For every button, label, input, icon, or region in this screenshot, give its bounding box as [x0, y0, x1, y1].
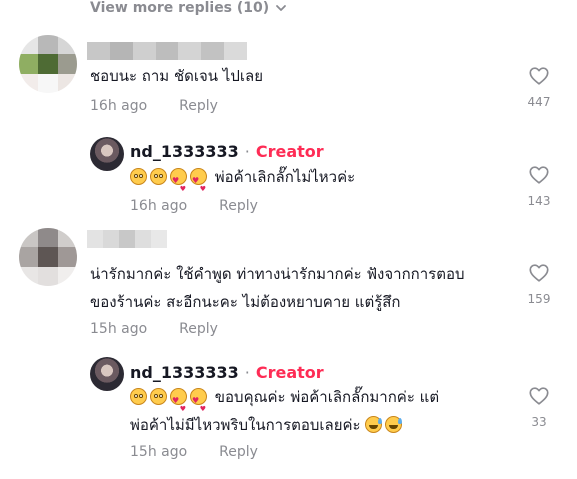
reply-button[interactable]: Reply	[219, 444, 258, 460]
timestamp: 16h ago	[90, 98, 148, 114]
commenter-name-blurred[interactable]	[87, 42, 248, 60]
reply-line-text: พ่อค้าเลิกลั๊กไม่ไหวค่ะ	[214, 168, 356, 186]
reply-text: พ่อค้าเลิกลั๊กไม่ไหวค่ะ	[130, 163, 356, 203]
like-count: 159	[527, 292, 551, 306]
flushed-face-icon	[130, 388, 147, 405]
comment-item: ชอบนะ ถาม ชัดเจน ไปเลย 16h ago Reply 447	[0, 30, 577, 120]
comment-meta: 16h ago Reply	[90, 98, 218, 114]
reply-button[interactable]: Reply	[219, 198, 258, 214]
chevron-down-icon	[276, 5, 287, 11]
name-blur-block	[119, 230, 135, 248]
name-blur-block	[87, 230, 103, 248]
avatar-pixel	[38, 228, 58, 248]
heart-outline-icon	[529, 67, 549, 85]
view-more-label: View more replies (10)	[90, 0, 270, 16]
avatar-pixel	[57, 73, 77, 93]
reply-text: ขอบคุณค่ะ พ่อค้าเลิกลั๊กมากค่ะ แต่ พ่อค้…	[130, 383, 439, 439]
view-more-replies-button[interactable]: View more replies (10)	[90, 0, 287, 16]
avatar-pixel	[38, 54, 58, 74]
reply-item: nd_1333333 · Creator ขอบคุณค่ะ พ่อค้าเลิ…	[0, 355, 577, 475]
reply-item: nd_1333333 · Creator พ่อค้าเลิกลั๊กไม่ไห…	[0, 135, 577, 220]
comment-item: น่ารักมากค่ะ ใช้คำพูด ท่าทางน่ารักมากค่ะ…	[0, 225, 577, 345]
avatar-pixel	[19, 54, 39, 74]
timestamp: 15h ago	[130, 444, 188, 460]
name-blur-block	[87, 42, 110, 60]
author-name[interactable]: nd_1333333	[130, 142, 239, 161]
name-blur-block	[224, 42, 248, 60]
name-blur-block	[132, 42, 156, 60]
avatar-pixel	[57, 228, 77, 248]
smiling-face-hearts-icon	[190, 387, 207, 423]
reply-button[interactable]: Reply	[179, 321, 218, 337]
avatar-pixel	[19, 266, 39, 286]
avatar[interactable]	[19, 35, 77, 93]
commenter-name-blurred[interactable]	[87, 230, 167, 248]
avatar-pixel	[57, 247, 77, 267]
like-count: 143	[527, 194, 551, 208]
comment-line: ชอบนะ ถาม ชัดเจน ไปเลย	[90, 67, 263, 85]
like-button[interactable]: 33	[526, 385, 552, 429]
reply-line: ขอบคุณค่ะ พ่อค้าเลิกลั๊กมากค่ะ แต่	[130, 383, 440, 423]
creator-badge: Creator	[255, 363, 324, 382]
avatar-pixel	[57, 35, 77, 55]
name-blur-block	[151, 230, 167, 248]
reply-line: พ่อค้าเลิกลั๊กไม่ไหวค่ะ	[130, 163, 356, 203]
name-blur-block	[201, 42, 225, 60]
reply-meta: 15h ago Reply	[130, 444, 258, 460]
comment-line: ของร้านค่ะ สะอีกนะคะ ไม่ต้องหยาบคาย แต่ร…	[90, 293, 401, 311]
avatar-pixel	[57, 266, 77, 286]
avatar[interactable]	[19, 228, 77, 286]
name-blur-block	[155, 42, 179, 60]
comment-meta: 15h ago Reply	[90, 321, 218, 337]
reply-line-text: พ่อค้าไม่มีไหวพริบในการตอบเลยค่ะ	[130, 416, 361, 434]
avatar-pixel	[19, 73, 39, 93]
flushed-face-icon	[150, 168, 167, 185]
reply-author-line: nd_1333333 · Creator	[130, 363, 324, 382]
avatar-pixel	[38, 247, 58, 267]
reply-meta: 16h ago Reply	[130, 198, 258, 214]
grinning-sweat-icon	[385, 416, 403, 433]
heart-outline-icon	[529, 166, 549, 184]
comment-line: น่ารักมากค่ะ ใช้คำพูด ท่าทางน่ารักมากค่ะ…	[90, 265, 465, 283]
reply-line-text: ขอบคุณค่ะ พ่อค้าเลิกลั๊กมากค่ะ แต่	[214, 388, 440, 406]
avatar-pixel	[38, 35, 58, 55]
reply-button[interactable]: Reply	[179, 98, 218, 114]
avatar-pixel	[19, 247, 39, 267]
avatar-pixel	[19, 35, 39, 55]
smiling-face-hearts-icon	[170, 167, 187, 203]
like-button[interactable]: 143	[526, 164, 552, 208]
creator-avatar[interactable]	[90, 137, 124, 171]
heart-outline-icon	[529, 387, 549, 405]
grinning-sweat-icon	[365, 416, 383, 433]
avatar-pixel	[57, 54, 77, 74]
timestamp: 15h ago	[90, 321, 148, 337]
creator-avatar[interactable]	[90, 357, 124, 391]
name-blur-block	[103, 230, 119, 248]
like-count: 33	[531, 415, 547, 429]
like-button[interactable]: 159	[526, 262, 552, 306]
flushed-face-icon	[150, 388, 167, 405]
like-count: 447	[527, 95, 551, 109]
separator-dot: ·	[244, 142, 250, 161]
like-button[interactable]: 447	[526, 65, 552, 109]
name-blur-block	[135, 230, 151, 248]
name-blur-block	[109, 42, 133, 60]
name-blur-block	[178, 42, 202, 60]
creator-badge: Creator	[255, 142, 324, 161]
reply-author-line: nd_1333333 · Creator	[130, 142, 324, 161]
comment-text: ชอบนะ ถาม ชัดเจน ไปเลย	[90, 62, 263, 90]
separator-dot: ·	[244, 363, 250, 382]
flushed-face-icon	[130, 168, 147, 185]
reply-line: พ่อค้าไม่มีไหวพริบในการตอบเลยค่ะ	[130, 411, 439, 439]
timestamp: 16h ago	[130, 198, 188, 214]
avatar-pixel	[38, 73, 58, 93]
author-name[interactable]: nd_1333333	[130, 363, 239, 382]
smiling-face-hearts-icon	[190, 167, 207, 203]
heart-outline-icon	[529, 264, 549, 282]
avatar-pixel	[19, 228, 39, 248]
comment-text: น่ารักมากค่ะ ใช้คำพูด ท่าทางน่ารักมากค่ะ…	[90, 260, 465, 316]
avatar-pixel	[38, 266, 58, 286]
smiling-face-hearts-icon	[170, 387, 187, 423]
